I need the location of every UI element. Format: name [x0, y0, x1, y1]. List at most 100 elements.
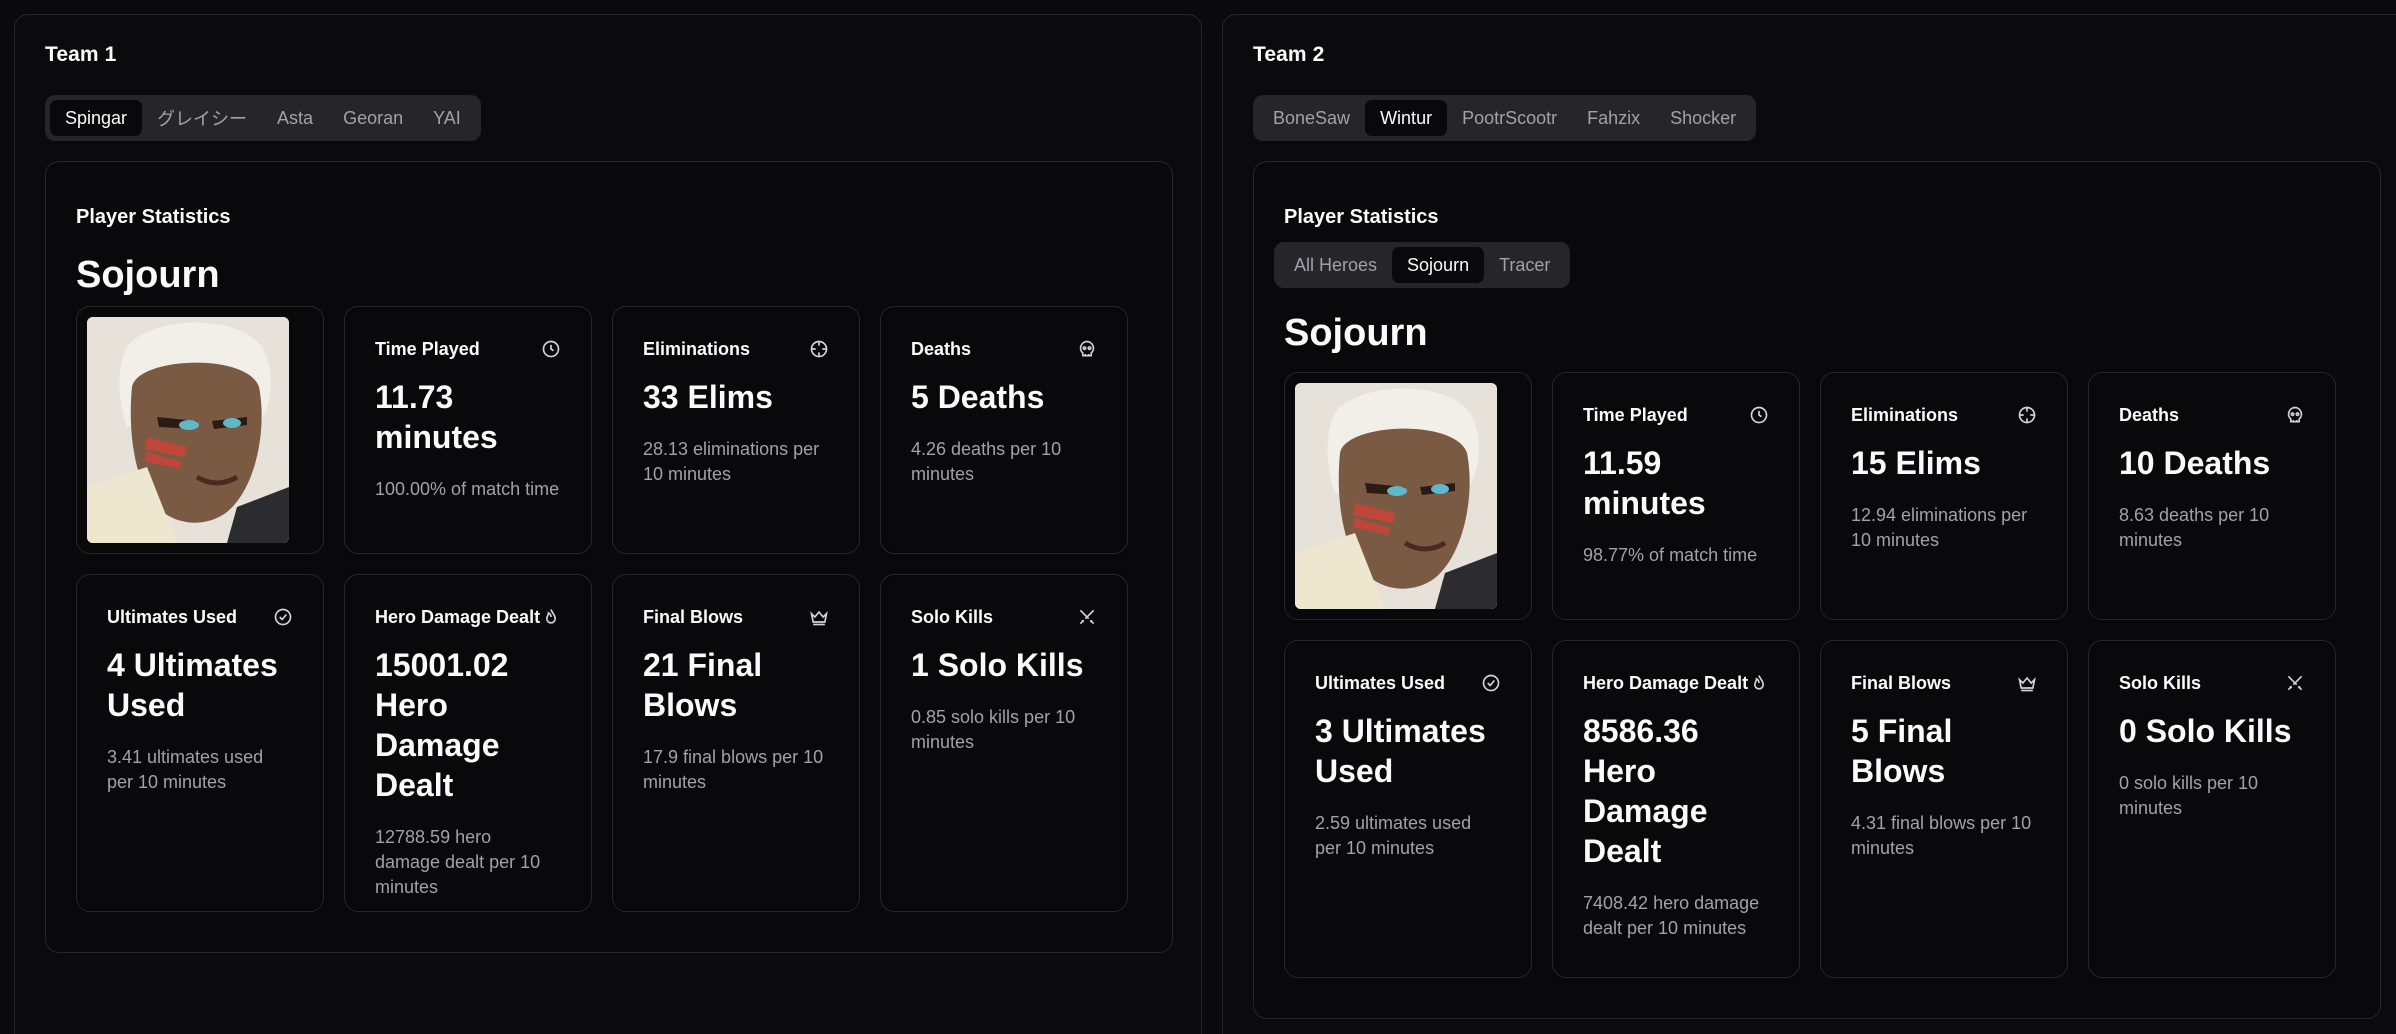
- tab-player-bonesaw[interactable]: BoneSaw: [1258, 100, 1365, 136]
- tile-subtext: 0.85 solo kills per 10 minutes: [911, 707, 1076, 752]
- skull-icon: [2285, 405, 2305, 425]
- skull-icon: [1077, 339, 1097, 359]
- hero-portrait-tile: [1284, 372, 1532, 620]
- tile-label: Eliminations: [1851, 404, 1959, 425]
- tile-label: Solo Kills: [911, 606, 994, 627]
- player-statistics-card: Player Statistics All Heroes Sojourn Tra…: [1253, 161, 2381, 1019]
- hero-portrait-image: [1295, 383, 1497, 609]
- hero-portrait-image: [87, 317, 289, 543]
- tile-label: Deaths: [2119, 404, 2180, 425]
- tile-value: 5 Deaths: [911, 379, 1045, 415]
- tile-value: 4 Ultimates Used: [107, 647, 278, 723]
- swords-icon: [2285, 673, 2305, 693]
- team-title: Team 1: [45, 43, 117, 66]
- crosshair-icon: [2017, 405, 2037, 425]
- tile-label: Deaths: [911, 338, 972, 359]
- final-blows-tile: Final Blows 21 Final Blows 17.9 final bl…: [612, 574, 860, 912]
- tile-value: 0 Solo Kills: [2119, 713, 2292, 749]
- hero-damage-dealt-tile: Hero Damage Dealt 8586.36 Hero Damage De…: [1552, 640, 1800, 978]
- time-played-tile: Time Played 11.59 minutes 98.77% of matc…: [1552, 372, 1800, 620]
- tile-label: Eliminations: [643, 338, 751, 359]
- ultimates-used-tile: Ultimates Used 3 Ultimates Used 2.59 ult…: [1284, 640, 1532, 978]
- team-title: Team 2: [1253, 43, 1325, 66]
- team-2-panel: Team 2 BoneSaw Wintur PootrScootr Fahzix…: [1222, 14, 2396, 1034]
- tab-hero-sojourn[interactable]: Sojourn: [1392, 247, 1485, 283]
- eliminations-tile: Eliminations 15 Elims 12.94 eliminations…: [1820, 372, 2068, 620]
- tile-value: 3 Ultimates Used: [1315, 713, 1486, 789]
- tile-label: Hero Damage Dealt: [375, 606, 541, 627]
- tile-value: 15001.02 Hero Damage Dealt: [375, 647, 509, 803]
- ultimates-used-tile: Ultimates Used 4 Ultimates Used 3.41 ult…: [76, 574, 324, 912]
- tile-label: Final Blows: [643, 606, 744, 627]
- hero-name: Sojourn: [1284, 312, 1428, 354]
- tile-subtext: 4.26 deaths per 10 minutes: [911, 439, 1062, 484]
- tile-subtext: 12788.59 hero damage dealt per 10 minute…: [375, 827, 541, 897]
- tile-value: 5 Final Blows: [1851, 713, 1953, 789]
- deaths-tile: Deaths 10 Deaths 8.63 deaths per 10 minu…: [2088, 372, 2336, 620]
- clock-icon: [1749, 405, 1769, 425]
- player-tabs: Spingar グレイシー Asta Georan YAI: [45, 95, 481, 141]
- tile-subtext: 8.63 deaths per 10 minutes: [2119, 505, 2270, 550]
- tile-label: Ultimates Used: [107, 606, 238, 627]
- solo-kills-tile: Solo Kills 0 Solo Kills 0 solo kills per…: [2088, 640, 2336, 978]
- tile-subtext: 12.94 eliminations per 10 minutes: [1851, 505, 2028, 550]
- tile-subtext: 17.9 final blows per 10 minutes: [643, 747, 824, 792]
- flame-icon: [1749, 673, 1769, 693]
- hero-portrait-tile: [76, 306, 324, 554]
- tile-subtext: 4.31 final blows per 10 minutes: [1851, 813, 2032, 858]
- clock-icon: [541, 339, 561, 359]
- tile-subtext: 7408.42 hero damage dealt per 10 minutes: [1583, 893, 1760, 938]
- crosshair-icon: [809, 339, 829, 359]
- tab-player-shocker[interactable]: Shocker: [1655, 100, 1751, 136]
- player-statistics-title: Player Statistics: [1284, 206, 1439, 228]
- crown-icon: [2017, 673, 2037, 693]
- tile-subtext: 3.41 ultimates used per 10 minutes: [107, 747, 264, 792]
- player-statistics-card: Player Statistics Sojourn Time Played 11…: [45, 161, 1173, 953]
- tab-player-wintur[interactable]: Wintur: [1365, 100, 1448, 136]
- tile-label: Time Played: [375, 338, 480, 359]
- eliminations-tile: Eliminations 33 Elims 28.13 eliminations…: [612, 306, 860, 554]
- tile-label: Ultimates Used: [1315, 672, 1446, 693]
- tile-value: 10 Deaths: [2119, 445, 2271, 481]
- tile-subtext: 98.77% of match time: [1583, 545, 1758, 565]
- deaths-tile: Deaths 5 Deaths 4.26 deaths per 10 minut…: [880, 306, 1128, 554]
- tab-hero-all[interactable]: All Heroes: [1279, 247, 1392, 283]
- swords-icon: [1077, 607, 1097, 627]
- tile-value: 15 Elims: [1851, 445, 1981, 481]
- tab-player-spingar[interactable]: Spingar: [50, 100, 143, 136]
- tile-label: Hero Damage Dealt: [1583, 672, 1749, 693]
- tile-value: 1 Solo Kills: [911, 647, 1084, 683]
- tile-subtext: 100.00% of match time: [375, 479, 560, 499]
- final-blows-tile: Final Blows 5 Final Blows 4.31 final blo…: [1820, 640, 2068, 978]
- tile-value: 21 Final Blows: [643, 647, 763, 723]
- tab-player-georan[interactable]: Georan: [328, 100, 418, 136]
- tile-label: Time Played: [1583, 404, 1688, 425]
- tile-subtext: 0 solo kills per 10 minutes: [2119, 773, 2259, 818]
- tile-label: Final Blows: [1851, 672, 1952, 693]
- hero-damage-dealt-tile: Hero Damage Dealt 15001.02 Hero Damage D…: [344, 574, 592, 912]
- check-circle-icon: [273, 607, 293, 627]
- stats-grid: Time Played 11.73 minutes 100.00% of mat…: [76, 306, 1128, 912]
- solo-kills-tile: Solo Kills 1 Solo Kills 0.85 solo kills …: [880, 574, 1128, 912]
- tab-player-gureishi[interactable]: グレイシー: [142, 100, 262, 136]
- tile-subtext: 28.13 eliminations per 10 minutes: [643, 439, 820, 484]
- tile-value: 8586.36 Hero Damage Dealt: [1583, 713, 1708, 869]
- tab-hero-tracer[interactable]: Tracer: [1484, 247, 1565, 283]
- tab-player-yai[interactable]: YAI: [418, 100, 476, 136]
- tile-value: 11.59 minutes: [1583, 445, 1706, 521]
- tile-subtext: 2.59 ultimates used per 10 minutes: [1315, 813, 1472, 858]
- tab-player-pootrscootr[interactable]: PootrScootr: [1447, 100, 1572, 136]
- team-1-panel: Team 1 Spingar グレイシー Asta Georan YAI Pla…: [14, 14, 1202, 1034]
- check-circle-icon: [1481, 673, 1501, 693]
- tile-value: 11.73 minutes: [375, 379, 498, 455]
- hero-name: Sojourn: [76, 254, 220, 296]
- tab-player-asta[interactable]: Asta: [262, 100, 328, 136]
- flame-icon: [541, 607, 561, 627]
- time-played-tile: Time Played 11.73 minutes 100.00% of mat…: [344, 306, 592, 554]
- hero-tabs: All Heroes Sojourn Tracer: [1274, 242, 1571, 288]
- tile-label: Solo Kills: [2119, 672, 2202, 693]
- crown-icon: [809, 607, 829, 627]
- stats-grid: Time Played 11.59 minutes 98.77% of matc…: [1284, 372, 2336, 978]
- player-tabs: BoneSaw Wintur PootrScootr Fahzix Shocke…: [1253, 95, 1757, 141]
- tab-player-fahzix[interactable]: Fahzix: [1572, 100, 1655, 136]
